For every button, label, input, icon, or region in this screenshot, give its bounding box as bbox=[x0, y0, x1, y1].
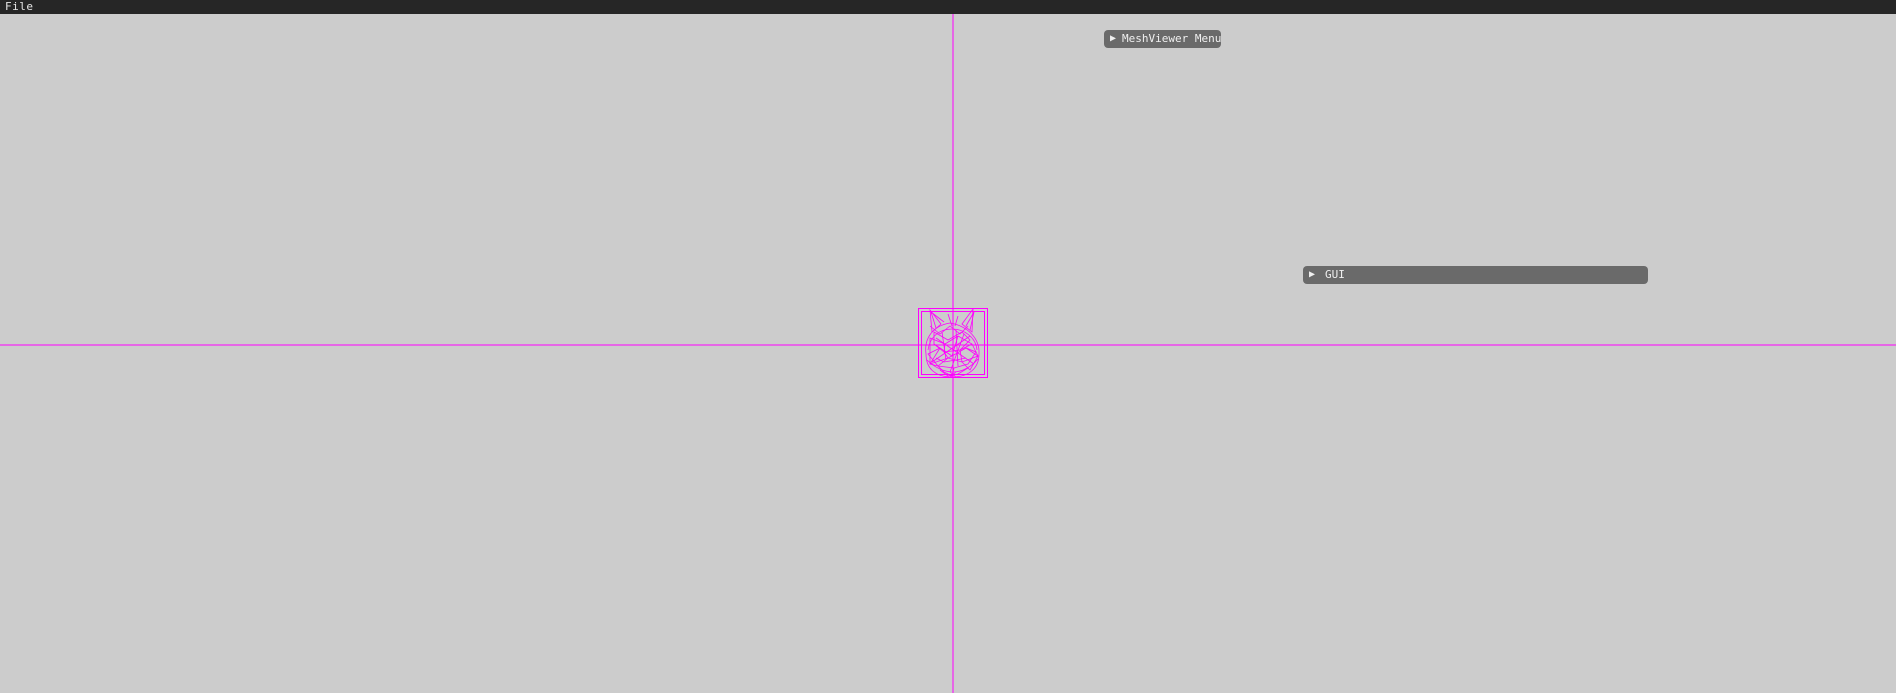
main-menu-bar: File bbox=[0, 0, 1896, 14]
3d-viewport[interactable]: ▶ MeshViewer Menu ▶ GUI bbox=[0, 14, 1896, 693]
meshviewer-menu-window[interactable]: ▶ MeshViewer Menu bbox=[1104, 30, 1221, 48]
menu-file[interactable]: File bbox=[0, 0, 40, 14]
expand-arrow-icon[interactable]: ▶ bbox=[1110, 30, 1116, 48]
gui-window-title[interactable]: GUI bbox=[1325, 266, 1345, 284]
meshviewer-menu-title[interactable]: MeshViewer Menu bbox=[1122, 30, 1221, 48]
gui-window[interactable]: ▶ GUI bbox=[1303, 266, 1648, 284]
bunny-wireframe bbox=[925, 307, 980, 378]
expand-arrow-icon[interactable]: ▶ bbox=[1309, 266, 1319, 284]
scene-canvas[interactable] bbox=[0, 14, 1896, 693]
